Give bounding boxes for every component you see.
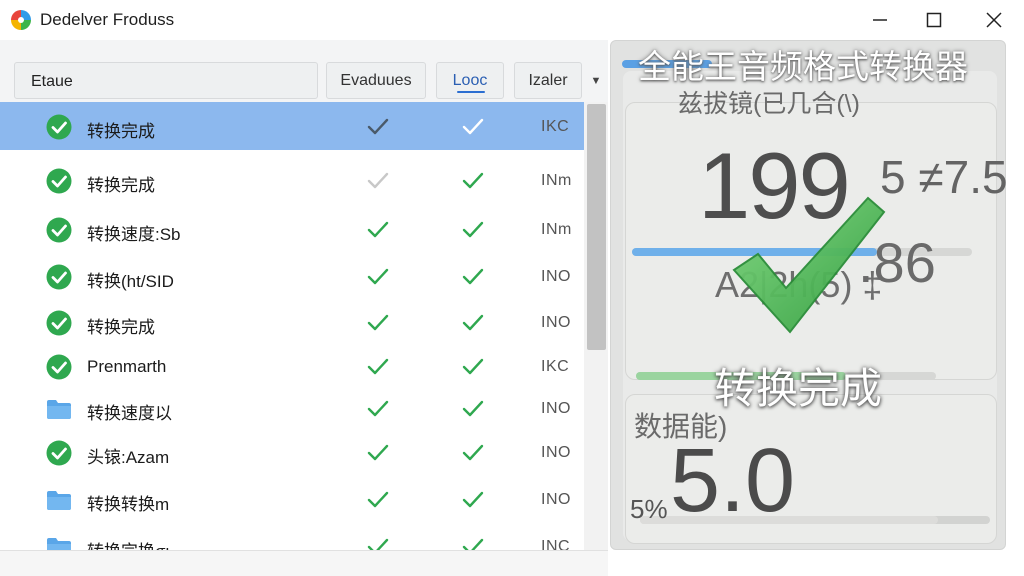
toolbar-button-label: Looc [452,71,488,89]
toolbar-button-looc[interactable]: Looc [436,62,504,99]
checkmark-icon [366,313,390,333]
checkmark-icon [366,537,390,550]
row-name: 转换完换σι [87,537,169,550]
checkmark-icon [461,171,485,191]
row-code: INm [541,221,572,238]
app-logo-icon [11,10,31,30]
list-row[interactable]: 转换完成 INm [0,156,584,204]
conversion-done-label: 转换完成 [714,365,883,412]
checkmark-icon [461,117,485,137]
row-code: INO [541,314,571,331]
minimize-icon [873,19,887,21]
status-bar [0,550,608,576]
maximize-button[interactable] [906,0,962,40]
list-row[interactable]: 转换(ht/SID INO [0,252,584,300]
list-row[interactable]: 转换转换m INO [0,475,584,523]
list-row[interactable]: 头锿:Azam INO [0,428,584,476]
folder-icon [46,396,72,422]
checkmark-icon [461,399,485,419]
folder-icon [46,534,72,550]
check-circle-icon [46,217,72,243]
list-row[interactable]: 转换完成 INO [0,298,584,346]
check-circle-icon [46,354,72,380]
close-icon [986,12,1002,28]
list-row[interactable]: Prenmarth IKC [0,342,584,390]
checkmark-icon [366,171,390,191]
row-name: 转换速度以 [87,404,172,423]
checkmark-icon [461,267,485,287]
list-row[interactable]: 转换完换σι INC [0,522,584,550]
checkmark-icon [366,117,390,137]
checkmark-icon [461,313,485,333]
row-code: IKC [541,118,570,135]
row-code: IKC [541,358,570,375]
checkmark-icon [461,220,485,240]
data-value: 5.0 [670,431,796,531]
file-list: 转换完成 IKC 转换完成 INm 转换速度:Sb INm 转换(ht/SID INO 转换完成… [0,102,584,550]
check-circle-icon [46,310,72,336]
percent-label: 5% [630,494,668,524]
search-field[interactable]: Etaue [14,62,318,99]
speed-label: 兹拔镜(已几合(\) [678,90,860,118]
checkmark-icon [366,490,390,510]
window-title: Dedelver Froduss [40,10,175,29]
row-name: 转换完成 [87,122,155,141]
active-underline [457,91,485,93]
row-name: 转换完成 [87,176,155,195]
check-circle-icon [46,168,72,194]
toolbar-button-izaler[interactable]: Izaler [514,62,582,99]
row-name: 转换完成 [87,318,155,337]
list-row[interactable]: 转换速度以 INO [0,384,584,432]
row-code: INO [541,491,571,508]
row-code: INm [541,172,572,189]
checkmark-icon [366,220,390,240]
check-circle-icon [46,114,72,140]
checkmark-icon [366,267,390,287]
dropdown-arrow-icon[interactable]: ▼ [584,62,608,99]
close-button[interactable] [966,0,1022,40]
row-name: 转换(ht/SID [87,272,174,291]
minimize-button[interactable] [852,0,908,40]
row-name: Prenmarth [87,357,167,376]
checkmark-icon [461,357,485,377]
checkmark-icon [461,537,485,550]
title-bar: Dedelver Froduss [0,0,1024,40]
maximize-icon [926,12,942,28]
large-checkmark-icon [732,196,886,334]
check-circle-icon [46,440,72,466]
scrollbar-thumb[interactable] [587,104,606,350]
checkmark-icon [366,357,390,377]
row-name: 头锿:Azam [87,448,170,467]
panel-heading: 全能王音频格式转换器 [638,48,968,85]
checkmark-icon [461,443,485,463]
row-name: 转换速度:Sb [87,225,181,244]
checkmark-icon [366,443,390,463]
row-name: 转换转换m [87,495,170,514]
row-code: INO [541,268,571,285]
checkmark-icon [461,490,485,510]
row-code: INO [541,444,571,461]
ratio-value-1: 5 ≠7.5 [880,151,1008,203]
list-row[interactable]: 转换速度:Sb INm [0,205,584,253]
checkmark-icon [366,399,390,419]
row-code: INC [541,538,571,550]
row-code: INO [541,400,571,417]
list-row[interactable]: 转换完成 IKC [0,102,584,150]
check-circle-icon [46,264,72,290]
folder-icon [46,487,72,513]
toolbar-button-evaduues[interactable]: Evaduues [326,62,426,99]
